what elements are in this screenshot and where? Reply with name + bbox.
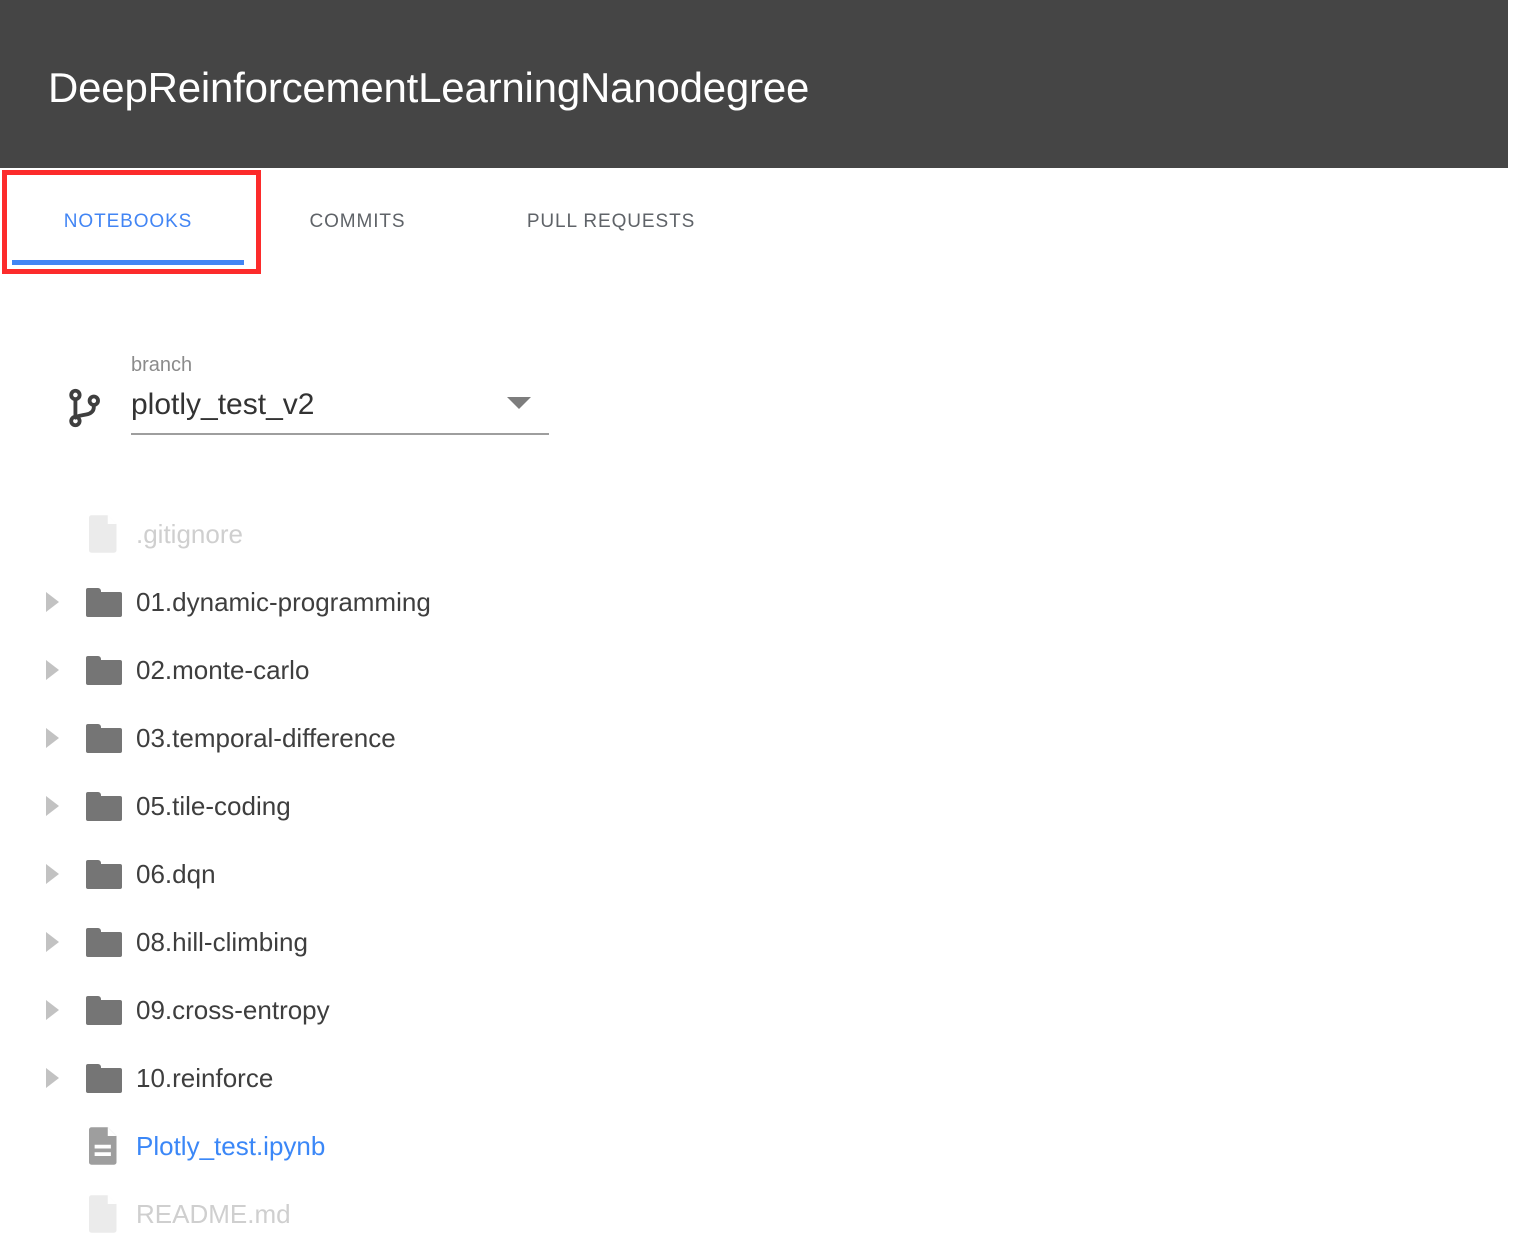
expand-folder-caret-icon[interactable] [46, 840, 76, 908]
list-item[interactable]: 08.hill-climbing [0, 908, 900, 976]
list-item[interactable]: 10.reinforce [0, 1044, 900, 1112]
list-item: .gitignore [0, 500, 900, 568]
list-item-label: 01.dynamic-programming [136, 587, 431, 617]
page-title: DeepReinforcementLearningNanodegree [48, 64, 810, 111]
folder-icon [80, 1063, 128, 1093]
folder-icon [80, 927, 128, 957]
expander-placeholder [46, 1180, 76, 1248]
expand-folder-caret-icon[interactable] [46, 976, 76, 1044]
folder-icon [80, 791, 128, 821]
branch-field-label: branch [131, 354, 193, 376]
expand-folder-caret-icon[interactable] [46, 704, 76, 772]
file-icon [80, 1195, 128, 1233]
list-item-label: 02.monte-carlo [136, 655, 310, 685]
tab-pull-requests[interactable]: PULL REQUESTS [480, 168, 742, 276]
tab-commits[interactable]: COMMITS [270, 168, 445, 276]
chevron-down-icon[interactable] [507, 397, 531, 409]
list-item-label: 10.reinforce [136, 1063, 274, 1093]
folder-icon [80, 859, 128, 889]
expand-folder-caret-icon[interactable] [46, 1044, 76, 1112]
app-header: DeepReinforcementLearningNanodegree [0, 0, 1508, 168]
list-item-label: 08.hill-climbing [136, 927, 308, 957]
expand-folder-caret-icon[interactable] [46, 636, 76, 704]
list-item[interactable]: Plotly_test.ipynb [0, 1112, 900, 1180]
expander-placeholder [46, 1112, 76, 1180]
expand-folder-caret-icon[interactable] [46, 568, 76, 636]
list-item-label: .gitignore [136, 519, 243, 549]
list-item[interactable]: 03.temporal-difference [0, 704, 900, 772]
list-item[interactable]: 02.monte-carlo [0, 636, 900, 704]
list-item-label: 06.dqn [136, 859, 216, 889]
folder-icon [80, 723, 128, 753]
list-item-label[interactable]: Plotly_test.ipynb [136, 1129, 325, 1163]
branch-select-control[interactable]: plotly_test_v2 [131, 386, 549, 435]
folder-icon [80, 655, 128, 685]
list-item-label: 09.cross-entropy [136, 995, 330, 1025]
folder-icon [80, 995, 128, 1025]
expand-folder-caret-icon[interactable] [46, 772, 76, 840]
file-icon [80, 515, 128, 553]
branch-selected-value: plotly_test_v2 [131, 388, 315, 421]
list-item[interactable]: 06.dqn [0, 840, 900, 908]
expander-placeholder [46, 500, 76, 568]
list-item[interactable]: 05.tile-coding [0, 772, 900, 840]
list-item-label: README.md [136, 1199, 291, 1229]
list-item-label: 03.temporal-difference [136, 723, 396, 753]
file-tree: .gitignore 01.dynamic-programming 02.mon… [0, 500, 900, 1248]
expand-folder-caret-icon[interactable] [46, 908, 76, 976]
notebook-icon [80, 1127, 128, 1165]
git-branch-icon [62, 385, 108, 431]
active-tab-indicator [12, 260, 244, 265]
list-item[interactable]: 09.cross-entropy [0, 976, 900, 1044]
list-item[interactable]: 01.dynamic-programming [0, 568, 900, 636]
branch-selector[interactable]: branch plotly_test_v2 [131, 352, 549, 435]
list-item-label: 05.tile-coding [136, 791, 291, 821]
folder-icon [80, 587, 128, 617]
list-item: README.md [0, 1180, 900, 1248]
